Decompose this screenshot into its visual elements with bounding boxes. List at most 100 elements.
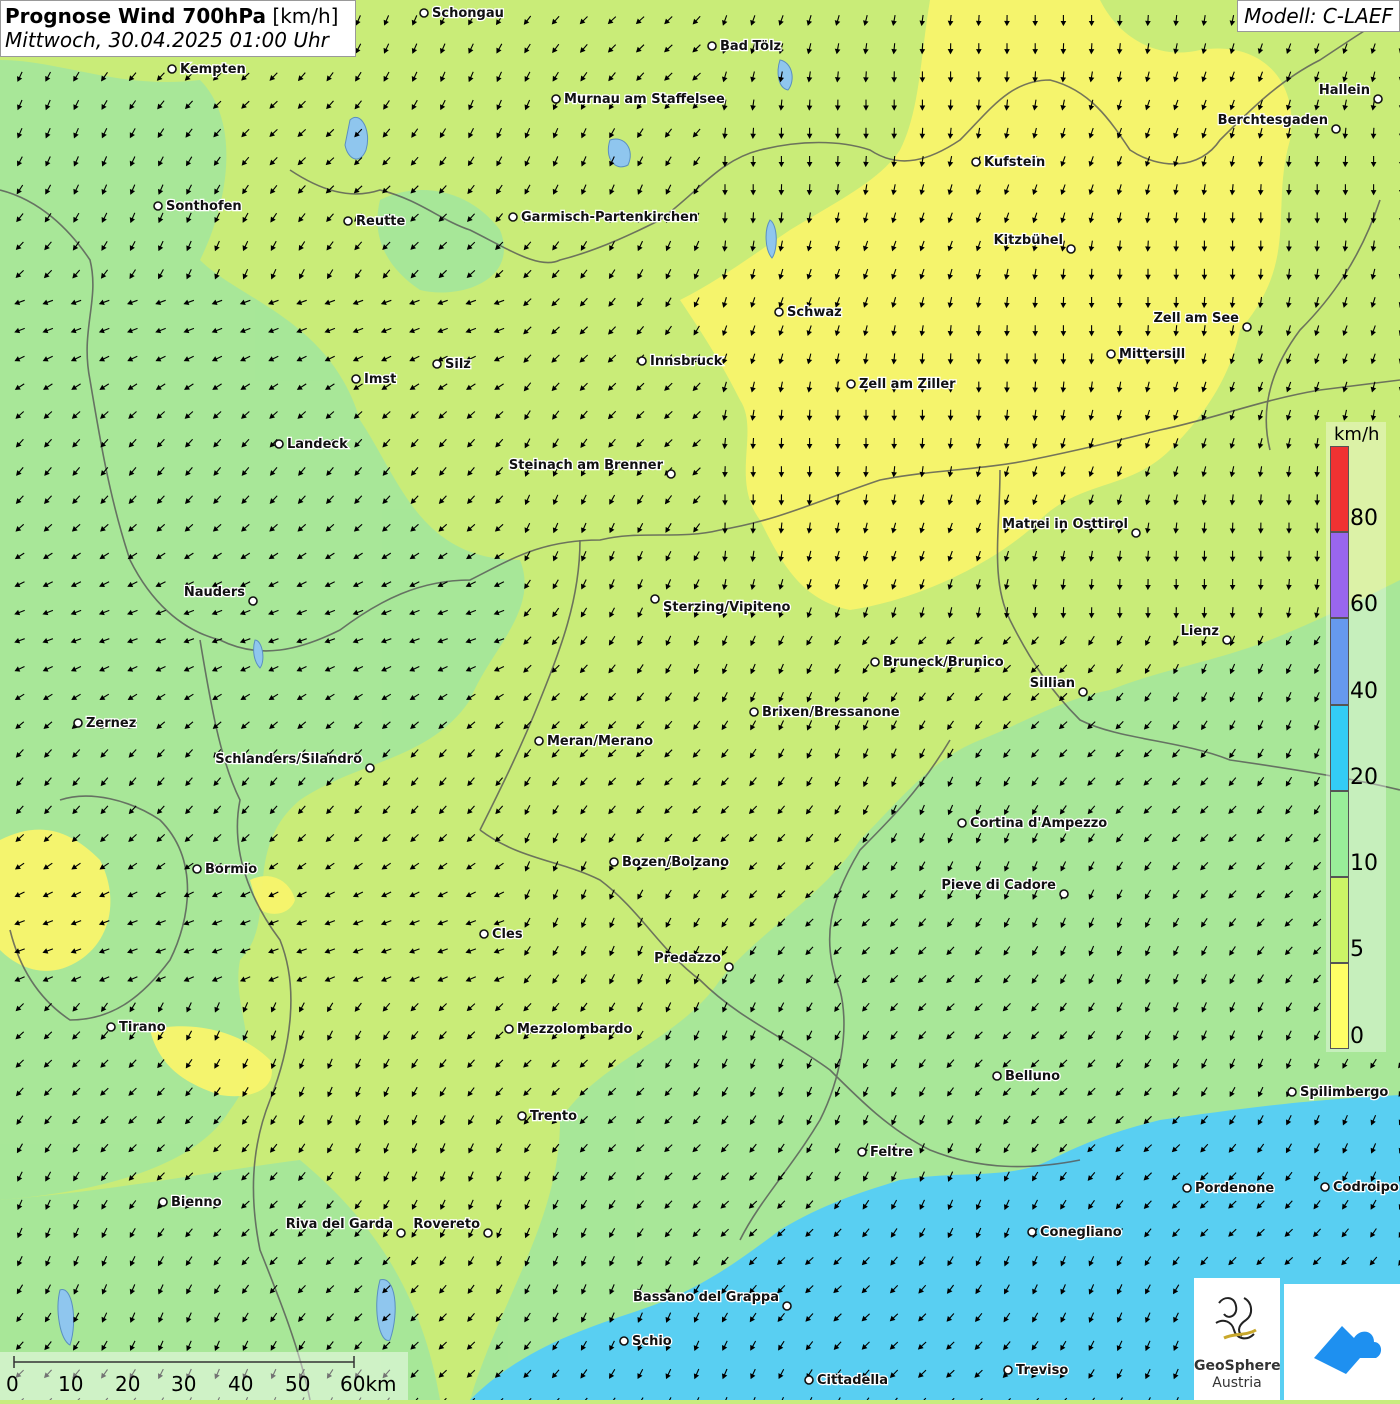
city-marker-icon (193, 865, 201, 873)
city-marker-icon (154, 202, 162, 210)
city-label: Schwaz (787, 305, 842, 320)
city-marker-icon (638, 357, 646, 365)
city-label: Bienno (171, 1195, 222, 1210)
model-label: Modell: C-LAEF (1237, 0, 1400, 32)
city-label: Mittersill (1119, 347, 1185, 362)
city-marker-icon (535, 737, 543, 745)
legend-swatch (1330, 791, 1349, 877)
scale-label: 10 (58, 1372, 83, 1396)
legend-swatch (1330, 618, 1349, 704)
city-marker-icon (847, 380, 855, 388)
city-label: Pordenone (1195, 1181, 1274, 1196)
legend-swatch (1330, 705, 1349, 791)
city-marker-icon (858, 1148, 866, 1156)
city-label: Schongau (432, 6, 504, 21)
wind-app-icon[interactable] (1284, 1284, 1400, 1400)
city-marker-icon (725, 963, 733, 971)
city-label: Mezzolombardo (517, 1022, 633, 1037)
city-label: Tirano (119, 1020, 166, 1035)
city-label: Hallein (1319, 83, 1370, 98)
geosphere-emblem-icon (1194, 1278, 1280, 1358)
city-label: Rovereto (413, 1217, 480, 1232)
legend-label: 40 (1350, 679, 1378, 704)
scale-label: 20 (115, 1372, 140, 1396)
city-marker-icon (1028, 1228, 1036, 1236)
legend-label: 20 (1350, 765, 1378, 790)
city-marker-icon (107, 1023, 115, 1031)
city-marker-icon (505, 1025, 513, 1033)
city-marker-icon (805, 1376, 813, 1384)
city-label: Silz (445, 357, 471, 372)
city-marker-icon (484, 1229, 492, 1237)
legend-swatch (1330, 963, 1349, 1049)
city-marker-icon (1004, 1366, 1012, 1374)
legend-label: 10 (1350, 851, 1378, 876)
legend-unit: km/h (1334, 424, 1379, 445)
city-marker-icon (366, 764, 374, 772)
city-marker-icon (168, 65, 176, 73)
legend-swatch (1330, 532, 1349, 618)
city-label: Zernez (86, 716, 136, 731)
city-marker-icon (74, 719, 82, 727)
city-marker-icon (871, 658, 879, 666)
legend-swatch (1330, 877, 1349, 963)
city-marker-icon (620, 1337, 628, 1345)
city-marker-icon (972, 158, 980, 166)
city-marker-icon (1067, 245, 1075, 253)
city-label: Treviso (1016, 1363, 1068, 1378)
city-label: Sterzing/Vipiteno (663, 600, 790, 615)
scale-label: 40 (228, 1372, 253, 1396)
city-label: Bad Tölz (720, 39, 781, 54)
city-label: Zell am Ziller (859, 377, 956, 392)
city-marker-icon (480, 930, 488, 938)
city-marker-icon (651, 595, 659, 603)
city-label: Codroipo (1333, 1180, 1399, 1195)
city-label: Predazzo (654, 951, 721, 966)
city-marker-icon (159, 1198, 167, 1206)
city-label: Matrei in Osttirol (1002, 517, 1128, 532)
city-label: Meran/Merano (547, 734, 653, 749)
city-marker-icon (1223, 636, 1231, 644)
scale-label: 30 (171, 1372, 196, 1396)
city-label: Spilimbergo (1300, 1085, 1388, 1100)
city-marker-icon (1132, 529, 1140, 537)
city-marker-icon (1079, 688, 1087, 696)
city-label: Murnau am Staffelsee (564, 92, 725, 107)
city-marker-icon (509, 213, 517, 221)
geosphere-logo[interactable]: GeoSphere Austria (1194, 1278, 1280, 1400)
scale-label: 0 (6, 1372, 19, 1396)
city-label: Schio (632, 1334, 672, 1349)
city-label: Bormio (205, 862, 257, 877)
city-label: Schlanders/Silandro (215, 752, 362, 767)
city-label: Berchtesgaden (1218, 113, 1328, 128)
city-marker-icon (1060, 890, 1068, 898)
city-marker-icon (275, 440, 283, 448)
city-marker-icon (1183, 1184, 1191, 1192)
city-marker-icon (958, 819, 966, 827)
city-marker-icon (249, 597, 257, 605)
city-marker-icon (610, 858, 618, 866)
city-marker-icon (397, 1229, 405, 1237)
city-marker-icon (433, 360, 441, 368)
city-marker-icon (993, 1072, 1001, 1080)
city-label: Kufstein (984, 155, 1045, 170)
city-label: Trento (530, 1109, 577, 1124)
city-label: Innsbruck (650, 354, 723, 369)
geosphere-name: GeoSphere (1194, 1358, 1280, 1374)
city-marker-icon (1321, 1183, 1329, 1191)
legend-label: 60 (1350, 592, 1378, 617)
city-label: Brixen/Bressanone (762, 705, 900, 720)
scale-label: 50 (285, 1372, 310, 1396)
map-title-box: Prognose Wind 700hPa [km/h] Mittwoch, 30… (0, 0, 356, 57)
city-label: Bozen/Bolzano (622, 855, 729, 870)
city-label: Garmisch-Partenkirchen (521, 210, 698, 225)
city-marker-icon (420, 9, 428, 17)
legend-label: 5 (1350, 937, 1364, 962)
city-marker-icon (1243, 323, 1251, 331)
city-label: Zell am See (1153, 311, 1239, 326)
city-label: Bruneck/Brunico (883, 655, 1004, 670)
city-marker-icon (552, 95, 560, 103)
city-label: Cles (492, 927, 523, 942)
map-title: Prognose Wind 700hPa [km/h] (5, 4, 345, 28)
city-marker-icon (775, 308, 783, 316)
